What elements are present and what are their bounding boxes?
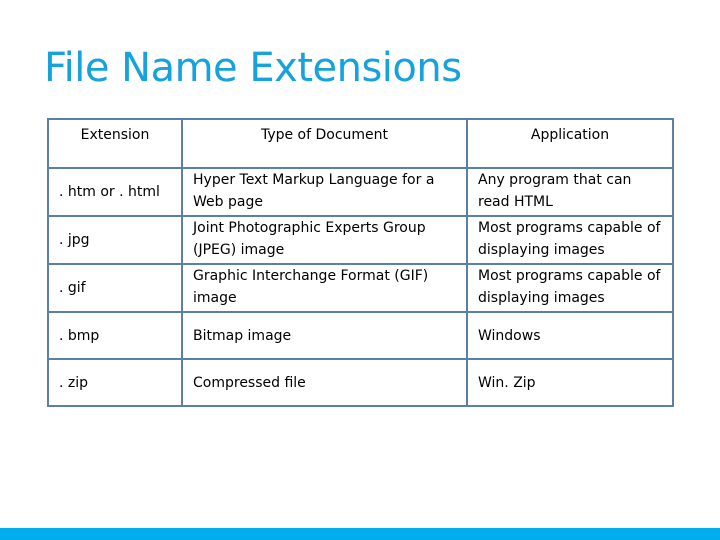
application-cell: Most programs capable of displaying imag… (466, 215, 674, 265)
extension-cell: . jpg (47, 215, 183, 265)
header-type-of-document: Type of Document (181, 118, 468, 169)
slide-title: File Name Extensions (44, 45, 462, 91)
table-row: . gif Graphic Interchange Format (GIF) i… (47, 263, 674, 313)
table-row: . zip Compressed file Win. Zip (47, 358, 674, 407)
type-cell: Graphic Interchange Format (GIF) image (181, 263, 468, 313)
table-row: . jpg Joint Photographic Experts Group (… (47, 215, 674, 265)
application-cell: Windows (466, 311, 674, 360)
table-row: . htm or . html Hyper Text Markup Langua… (47, 167, 674, 217)
type-cell: Compressed file (181, 358, 468, 407)
extension-cell: . htm or . html (47, 167, 183, 217)
application-cell: Most programs capable of displaying imag… (466, 263, 674, 313)
bottom-accent-bar (0, 528, 720, 540)
header-application: Application (466, 118, 674, 169)
type-cell: Hyper Text Markup Language for a Web pag… (181, 167, 468, 217)
extension-cell: . gif (47, 263, 183, 313)
application-cell: Win. Zip (466, 358, 674, 407)
table-row: . bmp Bitmap image Windows (47, 311, 674, 360)
type-cell: Bitmap image (181, 311, 468, 360)
header-extension: Extension (47, 118, 183, 169)
file-extensions-table: Extension Type of Document Application .… (47, 118, 674, 407)
type-cell: Joint Photographic Experts Group (JPEG) … (181, 215, 468, 265)
table-header-row: Extension Type of Document Application (47, 118, 674, 169)
extension-cell: . bmp (47, 311, 183, 360)
extension-cell: . zip (47, 358, 183, 407)
application-cell: Any program that can read HTML (466, 167, 674, 217)
